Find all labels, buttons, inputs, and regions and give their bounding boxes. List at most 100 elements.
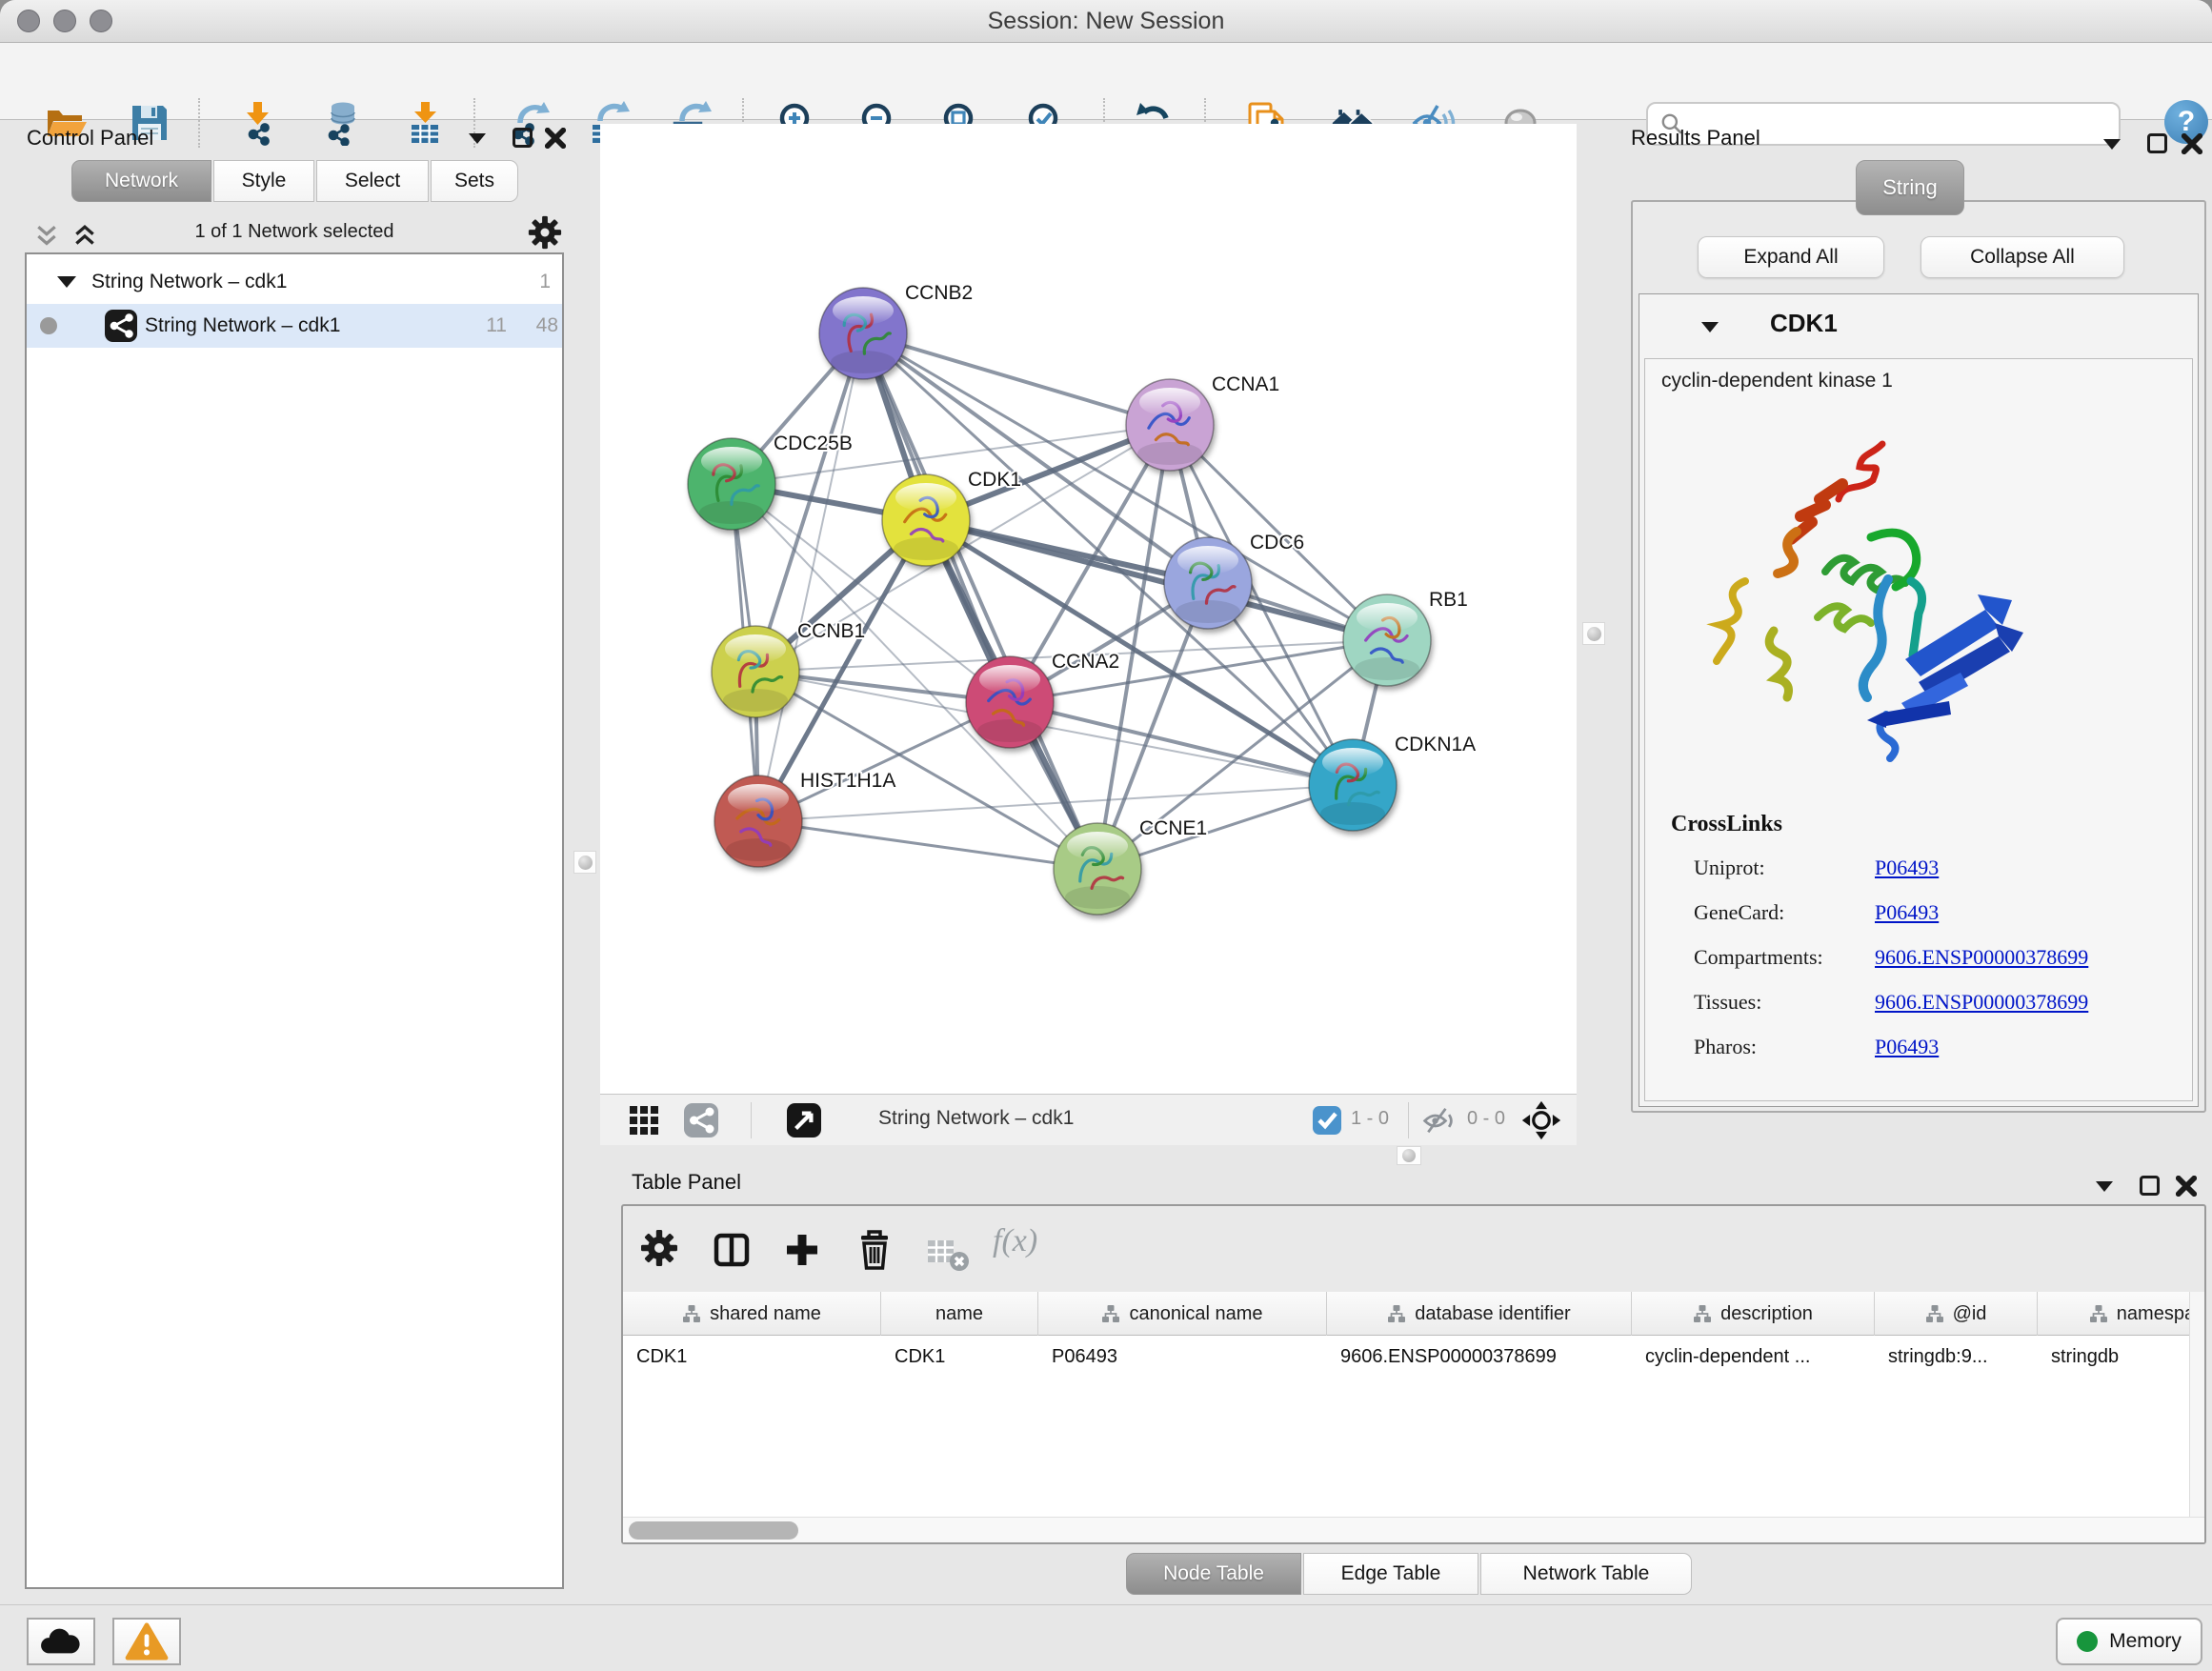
network-collection-row[interactable]: String Network – cdk1 1 — [27, 262, 562, 302]
network-edge[interactable] — [758, 821, 1097, 869]
results-panel-menu-icon[interactable] — [2103, 139, 2121, 150]
network-view-type-icon[interactable] — [684, 1103, 718, 1142]
network-node-CDKN1A[interactable] — [1309, 739, 1397, 831]
control-panel-title: Control Panel — [27, 126, 153, 151]
selected-counter: 1 - 0 — [1351, 1108, 1389, 1130]
table-panel-close-icon[interactable] — [2176, 1176, 2197, 1197]
network-node-CDC25B[interactable] — [688, 438, 775, 530]
control-panel-close-icon[interactable] — [545, 128, 566, 149]
import-table-file-icon[interactable] — [403, 100, 449, 146]
tab-node-table[interactable]: Node Table — [1126, 1553, 1301, 1595]
tab-network-table[interactable]: Network Table — [1480, 1553, 1692, 1595]
node-label-CDC6: CDC6 — [1250, 532, 1304, 554]
results-panel-float-icon[interactable] — [2147, 133, 2167, 153]
memory-status-dot — [2077, 1631, 2098, 1652]
network-edge[interactable] — [863, 333, 1097, 869]
network-node-CCNA2[interactable] — [966, 656, 1054, 748]
control-panel-menu-icon[interactable] — [469, 133, 486, 144]
show-columns-icon[interactable] — [713, 1231, 751, 1269]
network-node-CCNB2[interactable] — [819, 288, 907, 379]
import-network-file-icon[interactable] — [236, 100, 282, 146]
results-tab-string[interactable]: String — [1856, 160, 1964, 215]
collapse-all-button[interactable]: Collapse All — [1920, 236, 2124, 278]
column-header--id[interactable]: @id — [1875, 1292, 2038, 1336]
crosslink-row: Tissues:9606.ENSP00000378699 — [1694, 990, 1761, 1035]
network-node-count: 11 — [469, 314, 507, 337]
network-options-gear-icon[interactable] — [528, 215, 562, 250]
node-label-CDC25B: CDC25B — [774, 433, 853, 454]
table-cell[interactable]: stringdb — [2038, 1336, 2204, 1378]
delete-column-trash-icon[interactable] — [855, 1229, 894, 1271]
network-row-selected[interactable]: String Network – cdk1 11 48 — [27, 304, 562, 348]
bottom-splitter-handle[interactable] — [1397, 1146, 1421, 1165]
network-node-RB1[interactable] — [1343, 594, 1431, 686]
current-network-bullet-icon — [40, 317, 57, 334]
results-panel-close-icon[interactable] — [2182, 133, 2202, 154]
network-node-CCNA1[interactable] — [1126, 379, 1214, 471]
crosslink-value-link[interactable]: 9606.ENSP00000378699 — [1875, 990, 2088, 1015]
add-column-plus-icon[interactable] — [783, 1231, 821, 1269]
column-header-description[interactable]: description — [1632, 1292, 1875, 1336]
table-vertical-scrollbar[interactable] — [2189, 1292, 2204, 1517]
table-horizontal-scrollbar[interactable] — [623, 1517, 2204, 1542]
network-node-CCNE1[interactable] — [1054, 823, 1141, 915]
function-builder-icon-disabled: f(x) — [993, 1223, 1037, 1259]
scrollbar-thumb[interactable] — [629, 1521, 798, 1540]
tab-sets[interactable]: Sets — [431, 160, 518, 202]
network-node-CDC6[interactable] — [1164, 537, 1252, 629]
table-cell[interactable]: 9606.ENSP00000378699 — [1327, 1336, 1632, 1378]
viewbar-divider — [1408, 1102, 1409, 1138]
birdseye-view-icon[interactable] — [787, 1103, 821, 1142]
tab-style[interactable]: Style — [213, 160, 314, 202]
left-splitter-handle[interactable] — [573, 851, 596, 874]
network-edge-count: 48 — [520, 314, 558, 337]
crosslink-row: Compartments:9606.ENSP00000378699 — [1694, 945, 1823, 990]
column-header-shared-name[interactable]: shared name — [623, 1292, 881, 1336]
selected-nodes-checkbox[interactable] — [1313, 1106, 1341, 1135]
network-canvas[interactable]: CCNB2CCNA1CDC25BCDK1CDC6RB1CCNB1CCNA2CDK… — [600, 124, 1577, 1094]
table-panel-menu-icon[interactable] — [2096, 1181, 2113, 1192]
gene-section-collapse-icon[interactable] — [1701, 322, 1719, 332]
memory-button[interactable]: Memory — [2056, 1618, 2202, 1665]
column-type-icon — [1925, 1304, 1944, 1323]
column-header-database-identifier[interactable]: database identifier — [1327, 1292, 1632, 1336]
column-type-icon — [2089, 1304, 2108, 1323]
network-node-CCNB1[interactable] — [712, 626, 799, 717]
crosslink-value-link[interactable]: P06493 — [1875, 900, 1939, 925]
column-header-name[interactable]: name — [881, 1292, 1038, 1336]
network-edge[interactable] — [758, 333, 863, 821]
table-cell[interactable]: CDK1 — [623, 1336, 881, 1378]
table-options-gear-icon[interactable] — [640, 1229, 678, 1267]
import-network-database-icon[interactable] — [318, 100, 364, 146]
tab-select[interactable]: Select — [316, 160, 429, 202]
table-cell[interactable]: stringdb:9... — [1875, 1336, 2038, 1378]
control-panel-float-icon[interactable] — [513, 128, 533, 148]
tab-network[interactable]: Network — [71, 160, 211, 202]
network-node-HIST1H1A[interactable] — [714, 775, 802, 867]
cloud-status-button[interactable] — [27, 1618, 95, 1665]
column-type-icon — [1101, 1304, 1120, 1323]
column-type-icon — [682, 1304, 701, 1323]
table-cell[interactable]: P06493 — [1038, 1336, 1327, 1378]
table-panel-float-icon[interactable] — [2140, 1176, 2160, 1196]
network-edge[interactable] — [863, 333, 1170, 425]
crosslink-value-link[interactable]: 9606.ENSP00000378699 — [1875, 945, 2088, 970]
pan-crosshair-icon[interactable] — [1520, 1099, 1562, 1146]
crosslink-value-link[interactable]: P06493 — [1875, 1035, 1939, 1059]
table-cell[interactable]: CDK1 — [881, 1336, 1038, 1378]
grid-view-icon[interactable] — [629, 1105, 659, 1140]
right-splitter-handle[interactable] — [1582, 622, 1605, 645]
expand-all-button[interactable]: Expand All — [1698, 236, 1884, 278]
network-node-CDK1[interactable] — [882, 474, 970, 566]
protein-structure-image — [1684, 431, 2065, 769]
crosslink-value-link[interactable]: P06493 — [1875, 856, 1939, 880]
tab-edge-table[interactable]: Edge Table — [1303, 1553, 1478, 1595]
column-label: canonical name — [1129, 1303, 1262, 1325]
column-header-canonical-name[interactable]: canonical name — [1038, 1292, 1327, 1336]
column-type-icon — [1693, 1304, 1712, 1323]
network-edge[interactable] — [926, 520, 1387, 640]
warning-status-button[interactable] — [112, 1618, 181, 1665]
collection-expand-icon[interactable] — [57, 276, 76, 288]
table-cell[interactable]: cyclin-dependent ... — [1632, 1336, 1875, 1378]
column-header-namespace[interactable]: namespace — [2038, 1292, 2204, 1336]
